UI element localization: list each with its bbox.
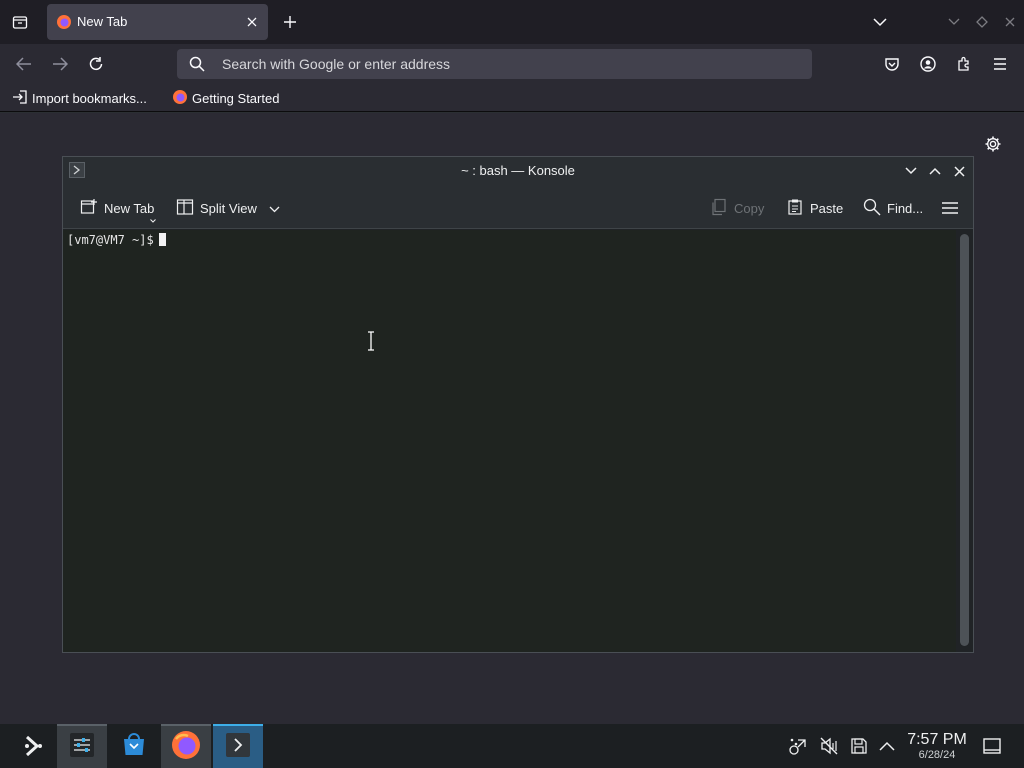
network-icon[interactable] xyxy=(788,736,808,756)
taskbar-system-settings[interactable] xyxy=(57,724,107,768)
shell-prompt: [vm7@VM7 ~]$ xyxy=(67,233,166,247)
firefox-nav-bar: Search with Google or enter address xyxy=(0,44,1024,84)
window-title: ~ : bash — Konsole xyxy=(461,163,575,178)
new-tab-label: New Tab xyxy=(104,200,155,216)
address-bar[interactable]: Search with Google or enter address xyxy=(177,49,812,79)
taskbar-discover[interactable] xyxy=(109,724,159,768)
firefox-icon xyxy=(172,89,188,108)
firefox-icon xyxy=(170,729,202,766)
clock-time: 7:57 PM xyxy=(907,731,967,748)
taskbar-firefox[interactable] xyxy=(161,724,211,768)
account-icon[interactable] xyxy=(916,52,940,76)
hamburger-menu-icon[interactable] xyxy=(942,197,958,219)
new-tab-button[interactable]: New Tab xyxy=(80,197,157,223)
ibeam-cursor-icon xyxy=(366,331,376,351)
pocket-icon[interactable] xyxy=(880,52,904,76)
back-arrow-icon[interactable] xyxy=(12,52,36,76)
terminal-scrollbar[interactable] xyxy=(956,230,973,652)
show-desktop-icon[interactable] xyxy=(982,736,1002,756)
bookmark-getting-started[interactable]: Getting Started xyxy=(172,89,279,107)
copy-button[interactable]: Copy xyxy=(710,197,764,219)
bookmark-import[interactable]: Import bookmarks... xyxy=(12,89,147,107)
bookmark-label: Getting Started xyxy=(192,90,280,106)
konsole-titlebar[interactable]: ~ : bash — Konsole xyxy=(63,157,973,185)
close-window-icon[interactable] xyxy=(1002,14,1018,30)
app-launcher-icon[interactable] xyxy=(9,724,59,768)
save-disk-icon[interactable] xyxy=(849,736,869,756)
firefox-favicon-icon xyxy=(56,14,72,30)
bookmarks-toolbar: Import bookmarks... Getting Started xyxy=(0,84,1024,112)
forward-arrow-icon[interactable] xyxy=(48,52,72,76)
paste-icon xyxy=(786,198,804,219)
clock-date: 6/28/24 xyxy=(918,749,956,761)
clock[interactable]: 7:57 PM 6/28/24 xyxy=(904,731,970,762)
discover-store-icon xyxy=(120,730,148,763)
split-view-button[interactable]: Split View xyxy=(176,197,280,219)
search-icon xyxy=(189,56,205,77)
list-all-tabs-chevron-icon[interactable] xyxy=(870,12,890,32)
firefox-tab-bar: New Tab xyxy=(0,0,1024,44)
maximize-icon[interactable] xyxy=(974,14,990,30)
scrollbar-thumb[interactable] xyxy=(960,234,969,646)
split-view-icon xyxy=(176,198,194,219)
close-tab-icon[interactable] xyxy=(244,14,260,30)
minimize-chevron-icon[interactable] xyxy=(902,162,920,180)
minimize-icon[interactable] xyxy=(946,14,962,30)
volume-muted-icon[interactable] xyxy=(819,736,839,756)
tab-new-tab[interactable]: New Tab xyxy=(47,4,268,40)
prompt-text: [vm7@VM7 ~]$ xyxy=(67,233,154,247)
address-bar-placeholder: Search with Google or enter address xyxy=(222,56,451,72)
bookmark-label: Import bookmarks... xyxy=(32,90,147,106)
firefox-view-icon[interactable] xyxy=(8,10,32,34)
find-label: Find... xyxy=(887,200,924,216)
copy-label: Copy xyxy=(734,200,765,216)
paste-button[interactable]: Paste xyxy=(786,197,843,219)
copy-icon xyxy=(710,198,728,219)
find-button[interactable]: Find... xyxy=(863,197,923,219)
split-view-label: Split View xyxy=(200,200,257,216)
konsole-toolbar: New Tab Split View Copy Paste Find... xyxy=(63,185,973,229)
new-tab-icon xyxy=(80,198,98,219)
paste-label: Paste xyxy=(810,200,844,216)
text-cursor xyxy=(158,233,166,246)
search-icon xyxy=(863,198,881,219)
extensions-icon[interactable] xyxy=(952,52,976,76)
dropdown-arrow-icon xyxy=(150,211,157,226)
terminal-icon xyxy=(224,731,252,764)
taskbar: 7:57 PM 6/28/24 xyxy=(0,724,1024,768)
close-icon[interactable] xyxy=(950,162,968,180)
konsole-window: ~ : bash — Konsole New Tab Split View Co… xyxy=(62,156,974,653)
hamburger-menu-icon[interactable] xyxy=(988,52,1012,76)
new-tab-plus-icon[interactable] xyxy=(280,12,300,32)
tab-title: New Tab xyxy=(77,14,128,29)
gear-icon[interactable] xyxy=(983,134,1003,154)
taskbar-konsole[interactable] xyxy=(213,724,263,768)
import-icon xyxy=(12,89,28,107)
reload-icon[interactable] xyxy=(84,52,108,76)
chevron-up-icon[interactable] xyxy=(877,736,897,756)
settings-sliders-icon xyxy=(68,731,96,764)
terminal-area[interactable]: [vm7@VM7 ~]$ xyxy=(63,230,956,652)
chevron-down-icon xyxy=(269,201,280,216)
maximize-chevron-icon[interactable] xyxy=(926,162,944,180)
